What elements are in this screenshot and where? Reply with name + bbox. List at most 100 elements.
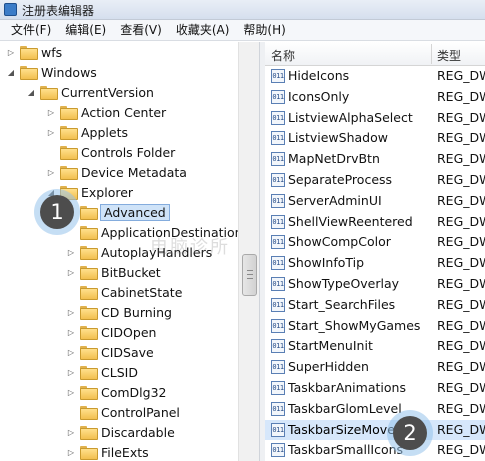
tree-item[interactable]: ▷ BitBucket	[66, 262, 161, 282]
tree-item[interactable]: ▷ ComDlg32	[66, 382, 167, 402]
collapsed-arrow-icon[interactable]: ▷	[66, 267, 76, 277]
collapsed-arrow-icon[interactable]: ▷	[66, 247, 76, 257]
registry-value-row[interactable]: 011Start_SearchFiles REG_DW	[265, 295, 485, 315]
tree-item-label: Explorer	[81, 184, 134, 200]
registry-value-row[interactable]: 011ServerAdminUI REG_DW	[265, 191, 485, 211]
registry-value-row[interactable]: 011ShowTypeOverlay REG_DW	[265, 274, 485, 294]
menu-edit[interactable]: 编辑(E)	[58, 20, 113, 41]
menu-bar: 文件(F) 编辑(E) 查看(V) 收藏夹(A) 帮助(H)	[0, 20, 485, 41]
expanded-arrow-icon[interactable]: ◢	[26, 87, 36, 97]
menu-view[interactable]: 查看(V)	[113, 20, 169, 41]
registry-value-row[interactable]: 011TaskbarSizeMove REG_DW	[265, 419, 485, 440]
collapsed-arrow-icon[interactable]: ▷	[66, 427, 76, 437]
folder-icon	[80, 446, 98, 460]
registry-value-row[interactable]: 011ShowCompColor REG_DW	[265, 232, 485, 252]
expander-placeholder	[46, 147, 56, 157]
tree-item[interactable]: ▷ CLSID	[66, 362, 138, 382]
folder-icon	[80, 366, 98, 380]
tree-item[interactable]: ◢ Windows	[6, 62, 97, 82]
value-type: REG_DW	[437, 317, 485, 333]
value-name: ListviewShadow	[288, 130, 388, 146]
dword-value-icon: 011	[271, 89, 285, 104]
registry-value-row[interactable]: 011IconsOnly REG_DW	[265, 87, 485, 107]
folder-icon	[80, 386, 98, 400]
collapsed-arrow-icon[interactable]: ▷	[66, 327, 76, 337]
tree-item[interactable]: ▷ wfs	[6, 42, 62, 62]
expander-placeholder	[66, 407, 76, 417]
tree-item-label: CIDSave	[101, 344, 154, 360]
value-type: REG_DW	[437, 276, 485, 291]
value-name: MapNetDrvBtn	[288, 151, 380, 167]
registry-value-row[interactable]: 011TaskbarAnimations REG_DW	[265, 378, 485, 398]
value-name: ListviewAlphaSelect	[288, 109, 413, 125]
tree-vertical-scrollbar[interactable]	[238, 42, 259, 461]
tree-item[interactable]: ◢ CurrentVersion	[26, 82, 154, 102]
folder-icon	[60, 166, 78, 180]
column-divider[interactable]	[431, 44, 432, 64]
collapsed-arrow-icon[interactable]: ▷	[66, 387, 76, 397]
folder-icon	[60, 126, 78, 140]
folder-icon	[80, 286, 98, 300]
value-type: REG_DW	[437, 151, 485, 167]
column-header-type[interactable]: 类型	[437, 47, 461, 64]
registry-value-row[interactable]: 011MapNetDrvBtn REG_DW	[265, 149, 485, 169]
registry-value-row[interactable]: 011TaskbarSmallIcons REG_DW	[265, 440, 485, 460]
registry-value-row[interactable]: 011SeparateProcess REG_DW	[265, 170, 485, 190]
registry-value-row[interactable]: 011ListviewShadow REG_DW	[265, 128, 485, 148]
collapsed-arrow-icon[interactable]: ▷	[6, 47, 16, 57]
tree-item-label: Windows	[41, 64, 97, 80]
registry-value-row[interactable]: 011ListviewAlphaSelect REG_DW	[265, 108, 485, 128]
collapsed-arrow-icon[interactable]: ▷	[66, 367, 76, 377]
tree-item[interactable]: ▷ CIDOpen	[66, 322, 156, 342]
registry-value-row[interactable]: 011Start_ShowMyGames REG_DW	[265, 316, 485, 336]
value-type: REG_DW	[437, 442, 485, 458]
tree-item[interactable]: ▷ Discardable	[66, 422, 175, 442]
value-name: TaskbarAnimations	[288, 380, 406, 395]
menu-favorites[interactable]: 收藏夹(A)	[169, 20, 237, 41]
folder-icon	[80, 306, 98, 320]
registry-value-row[interactable]: 011SuperHidden REG_DW	[265, 357, 485, 377]
tree-item[interactable]: ▷ Applets	[46, 122, 128, 142]
value-type: REG_DW	[437, 338, 485, 354]
column-header-name[interactable]: 名称	[271, 47, 295, 64]
tree-item-label: Discardable	[101, 424, 175, 440]
tree-item[interactable]: ControlPanel	[66, 402, 180, 422]
tree-item[interactable]: ▷ FileExts	[66, 442, 149, 461]
value-type: REG_DW	[437, 421, 485, 437]
value-name: ShellViewReentered	[288, 213, 413, 229]
registry-value-row[interactable]: 011StartMenuInit REG_DW	[265, 336, 485, 356]
folder-icon	[20, 66, 38, 80]
menu-file[interactable]: 文件(F)	[4, 20, 58, 41]
collapsed-arrow-icon[interactable]: ▷	[66, 307, 76, 317]
menu-help[interactable]: 帮助(H)	[236, 20, 292, 41]
registry-value-row[interactable]: 011HideIcons REG_DW	[265, 66, 485, 86]
value-name: StartMenuInit	[288, 338, 373, 354]
collapsed-arrow-icon[interactable]: ▷	[46, 167, 56, 177]
watermark: 电脑诊所	[150, 237, 230, 258]
tree-item[interactable]: ▷ Device Metadata	[46, 162, 187, 182]
value-name: IconsOnly	[288, 88, 350, 104]
tree-item[interactable]: ▷ CD Burning	[66, 302, 172, 322]
tree-item[interactable]: ▷ CIDSave	[66, 342, 154, 362]
folder-icon	[80, 426, 98, 440]
registry-value-row[interactable]: 011ShellViewReentered REG_DW	[265, 212, 485, 232]
tree-item[interactable]: CabinetState	[66, 282, 182, 302]
folder-icon	[20, 46, 38, 60]
collapsed-arrow-icon[interactable]: ▷	[46, 127, 56, 137]
tree-item[interactable]: ▷Advanced	[66, 202, 170, 222]
expanded-arrow-icon[interactable]: ◢	[6, 67, 16, 77]
value-name: Start_SearchFiles	[288, 296, 396, 312]
tree-item-label: ControlPanel	[101, 404, 180, 420]
value-name: ShowCompColor	[288, 234, 391, 250]
collapsed-arrow-icon[interactable]: ▷	[46, 107, 56, 117]
dword-value-icon: 011	[271, 131, 285, 146]
registry-value-row[interactable]: 011ShowInfoTip REG_DW	[265, 253, 485, 273]
value-type: REG_DW	[437, 68, 485, 83]
folder-icon	[60, 146, 78, 160]
tree-item[interactable]: ▷ Action Center	[46, 102, 166, 122]
collapsed-arrow-icon[interactable]: ▷	[66, 347, 76, 357]
collapsed-arrow-icon[interactable]: ▷	[66, 447, 76, 457]
tree-item[interactable]: Controls Folder	[46, 142, 175, 162]
scrollbar-thumb[interactable]	[242, 254, 257, 296]
registry-value-row[interactable]: 011TaskbarGlomLevel REG_DW	[265, 399, 485, 419]
